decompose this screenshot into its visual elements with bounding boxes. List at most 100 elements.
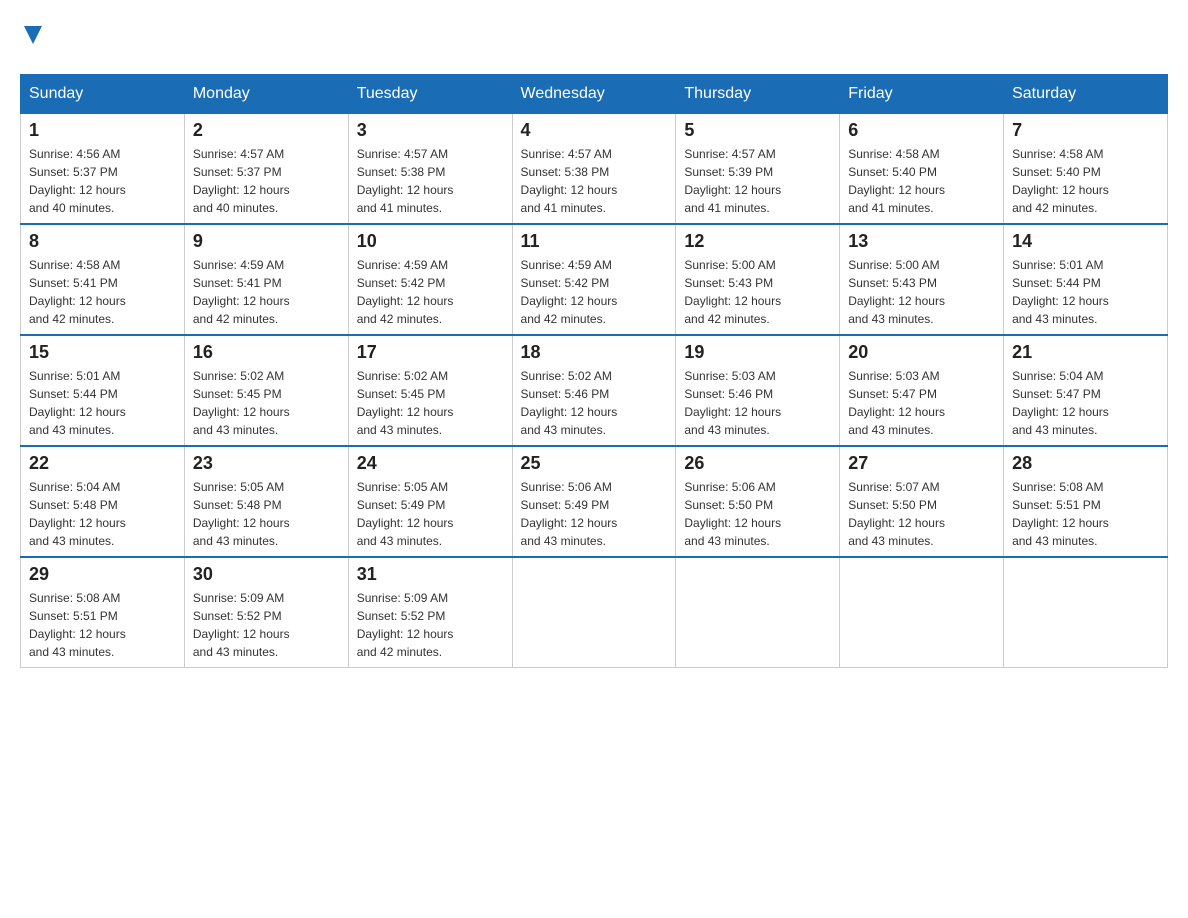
sunset-label: Sunset: 5:47 PM (848, 387, 937, 401)
day-number: 14 (1012, 231, 1159, 252)
sunrise-label: Sunrise: 5:01 AM (1012, 258, 1103, 272)
day-number: 29 (29, 564, 176, 585)
day-number: 26 (684, 453, 831, 474)
day-info: Sunrise: 5:09 AM Sunset: 5:52 PM Dayligh… (193, 589, 340, 661)
calendar-day-cell: 18 Sunrise: 5:02 AM Sunset: 5:46 PM Dayl… (512, 335, 676, 446)
sunset-label: Sunset: 5:46 PM (521, 387, 610, 401)
sunrise-label: Sunrise: 4:57 AM (684, 147, 775, 161)
day-number: 24 (357, 453, 504, 474)
sunset-label: Sunset: 5:48 PM (193, 498, 282, 512)
sunrise-label: Sunrise: 5:09 AM (357, 591, 448, 605)
day-info: Sunrise: 5:04 AM Sunset: 5:48 PM Dayligh… (29, 478, 176, 550)
day-of-week-header: Thursday (676, 75, 840, 114)
day-info: Sunrise: 4:59 AM Sunset: 5:42 PM Dayligh… (357, 256, 504, 328)
daylight-label: Daylight: 12 hours (1012, 516, 1109, 530)
day-info: Sunrise: 5:01 AM Sunset: 5:44 PM Dayligh… (29, 367, 176, 439)
day-info: Sunrise: 5:03 AM Sunset: 5:47 PM Dayligh… (848, 367, 995, 439)
sunset-label: Sunset: 5:49 PM (521, 498, 610, 512)
daylight-label: Daylight: 12 hours (848, 405, 945, 419)
sunset-label: Sunset: 5:46 PM (684, 387, 773, 401)
calendar-day-cell: 19 Sunrise: 5:03 AM Sunset: 5:46 PM Dayl… (676, 335, 840, 446)
sunrise-label: Sunrise: 5:00 AM (684, 258, 775, 272)
sunset-label: Sunset: 5:38 PM (357, 165, 446, 179)
daylight-label: Daylight: 12 hours (1012, 405, 1109, 419)
day-info: Sunrise: 5:01 AM Sunset: 5:44 PM Dayligh… (1012, 256, 1159, 328)
daylight-label: Daylight: 12 hours (357, 405, 454, 419)
sunset-label: Sunset: 5:52 PM (357, 609, 446, 623)
sunset-label: Sunset: 5:44 PM (1012, 276, 1101, 290)
day-info: Sunrise: 5:05 AM Sunset: 5:49 PM Dayligh… (357, 478, 504, 550)
day-info: Sunrise: 4:58 AM Sunset: 5:40 PM Dayligh… (1012, 145, 1159, 217)
sunrise-label: Sunrise: 4:59 AM (193, 258, 284, 272)
day-info: Sunrise: 4:57 AM Sunset: 5:38 PM Dayligh… (357, 145, 504, 217)
calendar-day-cell: 16 Sunrise: 5:02 AM Sunset: 5:45 PM Dayl… (184, 335, 348, 446)
day-number: 27 (848, 453, 995, 474)
sunrise-label: Sunrise: 5:04 AM (29, 480, 120, 494)
daylight-minutes: and 41 minutes. (848, 201, 933, 215)
daylight-minutes: and 42 minutes. (1012, 201, 1097, 215)
day-info: Sunrise: 4:58 AM Sunset: 5:40 PM Dayligh… (848, 145, 995, 217)
sunrise-label: Sunrise: 4:58 AM (29, 258, 120, 272)
day-of-week-header: Tuesday (348, 75, 512, 114)
sunrise-label: Sunrise: 4:57 AM (521, 147, 612, 161)
calendar-day-cell: 9 Sunrise: 4:59 AM Sunset: 5:41 PM Dayli… (184, 224, 348, 335)
calendar-day-cell: 1 Sunrise: 4:56 AM Sunset: 5:37 PM Dayli… (21, 114, 185, 225)
day-info: Sunrise: 4:57 AM Sunset: 5:38 PM Dayligh… (521, 145, 668, 217)
daylight-minutes: and 43 minutes. (29, 423, 114, 437)
daylight-minutes: and 43 minutes. (848, 534, 933, 548)
daylight-minutes: and 40 minutes. (29, 201, 114, 215)
calendar-day-cell: 11 Sunrise: 4:59 AM Sunset: 5:42 PM Dayl… (512, 224, 676, 335)
daylight-minutes: and 43 minutes. (521, 423, 606, 437)
calendar-day-cell: 12 Sunrise: 5:00 AM Sunset: 5:43 PM Dayl… (676, 224, 840, 335)
day-number: 17 (357, 342, 504, 363)
daylight-minutes: and 42 minutes. (684, 312, 769, 326)
daylight-minutes: and 42 minutes. (29, 312, 114, 326)
sunset-label: Sunset: 5:42 PM (521, 276, 610, 290)
calendar-day-cell: 28 Sunrise: 5:08 AM Sunset: 5:51 PM Dayl… (1004, 446, 1168, 557)
day-number: 3 (357, 120, 504, 141)
day-number: 15 (29, 342, 176, 363)
day-number: 20 (848, 342, 995, 363)
daylight-label: Daylight: 12 hours (848, 516, 945, 530)
sunset-label: Sunset: 5:41 PM (193, 276, 282, 290)
daylight-minutes: and 41 minutes. (357, 201, 442, 215)
sunset-label: Sunset: 5:37 PM (193, 165, 282, 179)
sunset-label: Sunset: 5:45 PM (357, 387, 446, 401)
calendar-day-cell: 23 Sunrise: 5:05 AM Sunset: 5:48 PM Dayl… (184, 446, 348, 557)
calendar-day-cell: 3 Sunrise: 4:57 AM Sunset: 5:38 PM Dayli… (348, 114, 512, 225)
calendar-day-cell: 24 Sunrise: 5:05 AM Sunset: 5:49 PM Dayl… (348, 446, 512, 557)
day-number: 11 (521, 231, 668, 252)
sunset-label: Sunset: 5:43 PM (684, 276, 773, 290)
daylight-label: Daylight: 12 hours (684, 405, 781, 419)
calendar-day-cell: 17 Sunrise: 5:02 AM Sunset: 5:45 PM Dayl… (348, 335, 512, 446)
sunset-label: Sunset: 5:50 PM (684, 498, 773, 512)
day-number: 30 (193, 564, 340, 585)
calendar-day-cell: 2 Sunrise: 4:57 AM Sunset: 5:37 PM Dayli… (184, 114, 348, 225)
daylight-label: Daylight: 12 hours (521, 405, 618, 419)
sunrise-label: Sunrise: 4:58 AM (848, 147, 939, 161)
daylight-label: Daylight: 12 hours (1012, 183, 1109, 197)
daylight-minutes: and 40 minutes. (193, 201, 278, 215)
sunrise-label: Sunrise: 5:05 AM (193, 480, 284, 494)
sunrise-label: Sunrise: 5:02 AM (193, 369, 284, 383)
sunset-label: Sunset: 5:41 PM (29, 276, 118, 290)
calendar-day-cell: 21 Sunrise: 5:04 AM Sunset: 5:47 PM Dayl… (1004, 335, 1168, 446)
day-number: 8 (29, 231, 176, 252)
daylight-minutes: and 43 minutes. (193, 423, 278, 437)
day-info: Sunrise: 4:59 AM Sunset: 5:42 PM Dayligh… (521, 256, 668, 328)
calendar-day-cell: 13 Sunrise: 5:00 AM Sunset: 5:43 PM Dayl… (840, 224, 1004, 335)
day-info: Sunrise: 5:08 AM Sunset: 5:51 PM Dayligh… (1012, 478, 1159, 550)
sunrise-label: Sunrise: 5:06 AM (521, 480, 612, 494)
calendar-day-cell: 25 Sunrise: 5:06 AM Sunset: 5:49 PM Dayl… (512, 446, 676, 557)
daylight-minutes: and 43 minutes. (29, 534, 114, 548)
day-info: Sunrise: 5:02 AM Sunset: 5:45 PM Dayligh… (193, 367, 340, 439)
day-of-week-header: Friday (840, 75, 1004, 114)
sunrise-label: Sunrise: 5:02 AM (357, 369, 448, 383)
daylight-label: Daylight: 12 hours (29, 294, 126, 308)
sunset-label: Sunset: 5:50 PM (848, 498, 937, 512)
calendar-day-cell (676, 557, 840, 668)
daylight-minutes: and 43 minutes. (1012, 534, 1097, 548)
daylight-minutes: and 42 minutes. (193, 312, 278, 326)
daylight-minutes: and 42 minutes. (357, 645, 442, 659)
sunrise-label: Sunrise: 4:56 AM (29, 147, 120, 161)
